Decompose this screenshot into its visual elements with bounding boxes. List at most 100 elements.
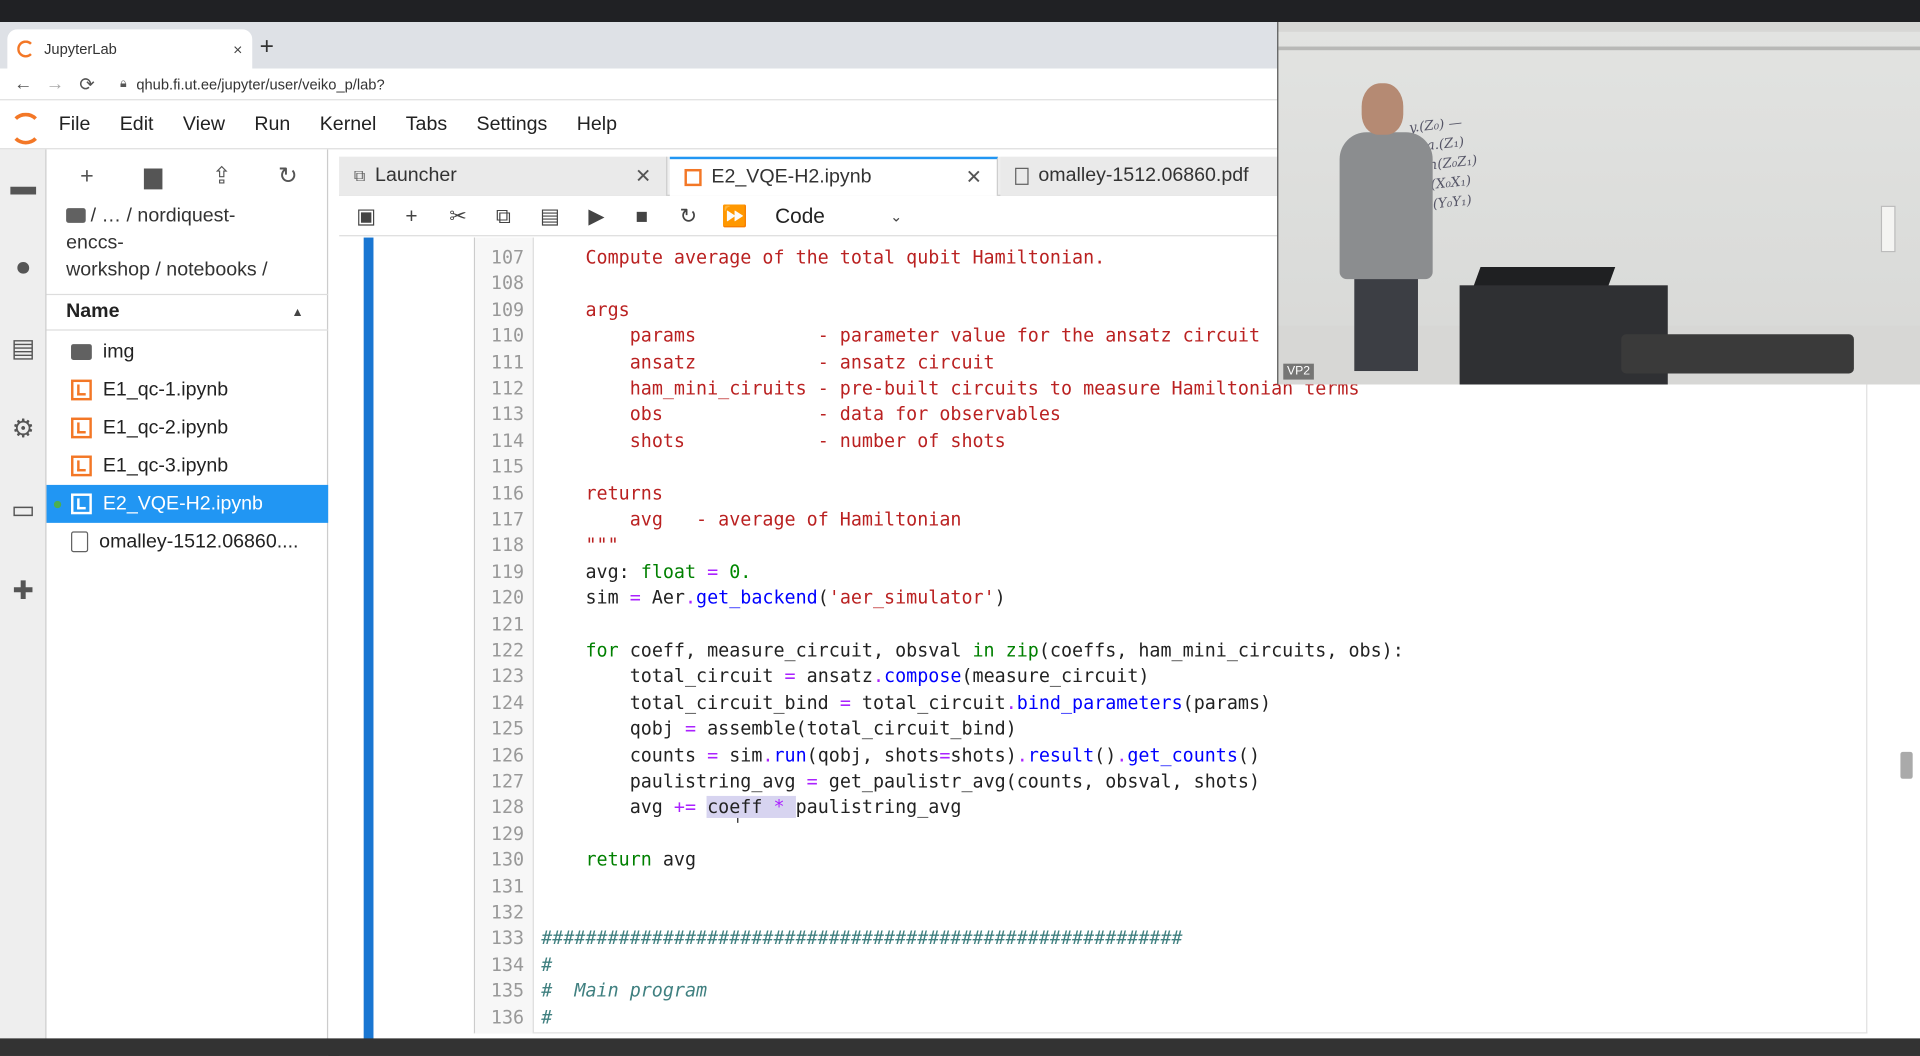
code-line[interactable]: 130 return avg <box>475 848 1822 874</box>
reload-icon[interactable]: ⟳ <box>73 73 100 95</box>
code-text[interactable]: qobj = assemble(total_circuit_bind) <box>541 717 1017 743</box>
file-browser-icon[interactable]: ▬ <box>5 169 42 206</box>
jupyter-logo-icon[interactable] <box>0 100 44 149</box>
new-tab-button[interactable]: + <box>260 34 274 58</box>
code-line[interactable]: 118 """ <box>475 533 1822 559</box>
code-text[interactable]: # <box>541 1005 552 1031</box>
forward-icon[interactable]: → <box>42 73 69 94</box>
code-line[interactable]: 114 shots - number of shots <box>475 428 1822 454</box>
code-line[interactable]: 117 avg - average of Hamiltonian <box>475 507 1822 533</box>
new-folder-icon[interactable]: ▆ <box>137 162 169 194</box>
code-line[interactable]: 116 returns <box>475 481 1822 507</box>
code-text[interactable]: sim = Aer.get_backend('aer_simulator') <box>541 586 1005 612</box>
code-text[interactable]: ham_mini_ciruits - pre-built circuits to… <box>541 376 1360 402</box>
menu-tabs[interactable]: Tabs <box>391 113 462 135</box>
menu-settings[interactable]: Settings <box>462 113 562 135</box>
copy-icon[interactable]: ⧉ <box>489 202 518 231</box>
menu-help[interactable]: Help <box>562 113 632 135</box>
sort-ascending-icon[interactable]: ▲ <box>292 306 304 319</box>
tab-launcher[interactable]: ⧉ Launcher ✕ <box>339 156 668 196</box>
back-icon[interactable]: ← <box>10 73 37 94</box>
run-icon[interactable]: ▶ <box>582 202 611 231</box>
code-line[interactable]: 126 counts = sim.run(qobj, shots=shots).… <box>475 743 1822 769</box>
code-text[interactable]: shots - number of shots <box>541 428 1006 454</box>
restart-kernel-icon[interactable]: ↻ <box>673 202 702 231</box>
code-text[interactable]: for coeff, measure_circuit, obsval in zi… <box>541 638 1403 664</box>
code-line[interactable]: 119 avg: float = 0. <box>475 559 1822 585</box>
breadcrumb-line[interactable]: enccs- <box>66 230 311 257</box>
code-line[interactable]: 128 avg += coeff * paulistring_avg <box>475 795 1822 821</box>
code-line[interactable]: 135 # Main program <box>475 979 1822 1005</box>
close-icon[interactable]: ✕ <box>635 164 651 188</box>
tab-e2-vqe-h2[interactable]: E2_VQE-H2.ipynb ✕ <box>669 156 998 196</box>
code-text[interactable]: """ <box>541 533 618 559</box>
code-line[interactable]: 131 <box>475 874 1822 900</box>
run-all-icon[interactable]: ⏩ <box>720 202 749 231</box>
code-text[interactable]: ansatz - ansatz circuit <box>541 350 995 376</box>
menu-edit[interactable]: Edit <box>105 113 168 135</box>
close-tab-icon[interactable]: × <box>233 40 242 58</box>
code-text[interactable]: # <box>541 952 552 978</box>
code-line[interactable]: 132 <box>475 900 1822 926</box>
file-item-e1-qc-3[interactable]: E1_qc-3.ipynb <box>47 447 329 485</box>
code-text[interactable]: paulistring_avg = get_paulistr_avg(count… <box>541 769 1260 795</box>
close-icon[interactable]: ✕ <box>966 165 982 189</box>
code-line[interactable]: 121 <box>475 612 1822 638</box>
code-line[interactable]: 127 paulistring_avg = get_paulistr_avg(c… <box>475 769 1822 795</box>
code-line[interactable]: 115 <box>475 455 1822 481</box>
code-line[interactable]: 120 sim = Aer.get_backend('aer_simulator… <box>475 586 1822 612</box>
home-folder-icon[interactable] <box>66 208 86 223</box>
open-tabs-icon[interactable]: ▭ <box>5 492 42 529</box>
cell-collapser[interactable] <box>363 237 374 1040</box>
code-text[interactable]: # Main program <box>541 979 707 1005</box>
code-line[interactable]: 123 total_circuit = ansatz.compose(measu… <box>475 664 1822 690</box>
menu-file[interactable]: File <box>44 113 105 135</box>
running-sessions-icon[interactable]: ⏺ <box>5 250 42 287</box>
code-text[interactable]: avg - average of Hamiltonian <box>541 507 962 533</box>
stop-icon[interactable]: ■ <box>627 202 656 231</box>
code-line[interactable]: 136 # <box>475 1005 1822 1031</box>
refresh-icon[interactable]: ↻ <box>272 162 304 194</box>
code-text[interactable]: returns <box>541 481 662 507</box>
code-text[interactable]: return avg <box>541 848 696 874</box>
code-text[interactable]: ########################################… <box>541 926 1182 952</box>
code-line[interactable]: 133 #####################################… <box>475 926 1822 952</box>
name-column-header[interactable]: Name ▲ <box>46 293 329 331</box>
browser-tab[interactable]: JupyterLab × <box>7 29 253 69</box>
breadcrumb-line[interactable]: / … / nordiquest- <box>91 206 236 227</box>
code-line[interactable]: 125 qobj = assemble(total_circuit_bind) <box>475 717 1822 743</box>
code-text[interactable]: obs - data for observables <box>541 402 1061 428</box>
code-line[interactable]: 134 # <box>475 952 1822 978</box>
menu-view[interactable]: View <box>168 113 239 135</box>
file-item-img[interactable]: img <box>47 333 329 371</box>
code-text[interactable]: total_circuit_bind = total_circuit.bind_… <box>541 690 1271 716</box>
code-line[interactable]: 113 obs - data for observables <box>475 402 1822 428</box>
file-item-e1-qc-2[interactable]: E1_qc-2.ipynb <box>47 409 329 447</box>
code-text[interactable]: Compute average of the total qubit Hamil… <box>541 245 1105 271</box>
cell-type-select[interactable]: Code ⌄ <box>775 202 902 231</box>
extension-manager-icon[interactable]: ✚ <box>5 573 42 610</box>
file-item-omalley-pdf[interactable]: omalley-1512.06860.... <box>47 523 329 561</box>
new-launcher-icon[interactable]: + <box>71 162 103 194</box>
menu-run[interactable]: Run <box>240 113 305 135</box>
tab-omalley-pdf[interactable]: omalley-1512.06860.pdf <box>1000 156 1283 196</box>
breadcrumb-line[interactable]: workshop / notebooks / <box>66 257 311 284</box>
code-line[interactable]: 122 for coeff, measure_circuit, obsval i… <box>475 638 1822 664</box>
code-text[interactable]: avg: float = 0. <box>541 559 751 585</box>
code-line[interactable]: 124 total_circuit_bind = total_circuit.b… <box>475 690 1822 716</box>
code-text[interactable]: params - parameter value for the ansatz … <box>541 323 1260 349</box>
upload-icon[interactable]: ⇪ <box>206 162 238 194</box>
save-icon[interactable]: ▣ <box>351 202 380 231</box>
code-text[interactable]: avg += coeff * paulistring_avg <box>541 795 961 821</box>
code-text[interactable]: total_circuit = ansatz.compose(measure_c… <box>541 664 1150 690</box>
menu-kernel[interactable]: Kernel <box>305 113 391 135</box>
command-palette-icon[interactable]: ▤ <box>5 331 42 368</box>
code-text[interactable]: args <box>541 297 629 323</box>
breadcrumb[interactable]: / … / nordiquest- enccs- workshop / note… <box>66 203 311 284</box>
paste-icon[interactable]: ▤ <box>535 202 564 231</box>
file-item-e2-vqe-h2[interactable]: E2_VQE-H2.ipynb <box>46 484 329 523</box>
code-text[interactable]: counts = sim.run(qobj, shots=shots).resu… <box>541 743 1260 769</box>
insert-cell-icon[interactable]: + <box>397 202 426 231</box>
code-line[interactable]: 129 <box>475 821 1822 847</box>
property-inspector-icon[interactable]: ⚙ <box>5 411 42 448</box>
